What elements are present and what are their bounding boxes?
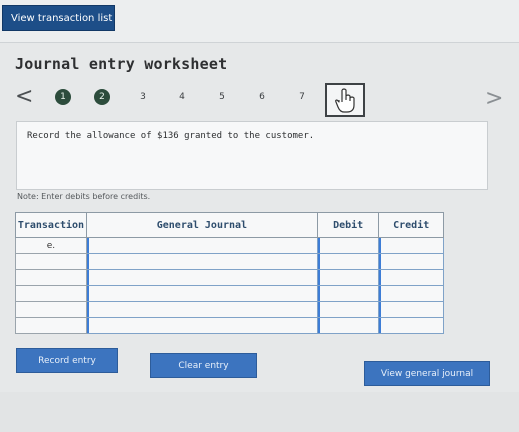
record-entry-button[interactable]: Record entry: [16, 348, 118, 373]
account-cell[interactable]: [85, 269, 318, 286]
debit-input[interactable]: [317, 302, 378, 317]
worksheet-title: Journal entry worksheet: [15, 55, 228, 73]
table-row: [15, 269, 444, 286]
table-row: [15, 301, 444, 318]
prompt-text: Record the allowance of $136 granted to …: [27, 131, 315, 141]
account-cell[interactable]: [85, 237, 318, 254]
account-cell[interactable]: [85, 301, 318, 318]
next-arrow-icon[interactable]: >: [485, 86, 503, 111]
debit-cell[interactable]: [316, 285, 380, 302]
account-cell[interactable]: [85, 317, 318, 334]
debit-input[interactable]: [317, 254, 378, 269]
previous-arrow-icon[interactable]: <: [15, 84, 33, 109]
journal-table: Transaction General Journal Debit Credit…: [15, 212, 444, 334]
credit-cell[interactable]: [378, 301, 444, 318]
transaction-cell: [15, 269, 87, 286]
debit-input[interactable]: [317, 318, 378, 333]
credit-cell[interactable]: [378, 269, 444, 286]
header-general-journal: General Journal: [85, 212, 318, 238]
view-general-journal-button[interactable]: View general journal: [364, 361, 490, 386]
credit-input[interactable]: [379, 318, 443, 333]
credit-cell[interactable]: [378, 237, 444, 254]
header-debit: Debit: [316, 212, 380, 238]
table-row: [15, 317, 444, 334]
account-cell[interactable]: [85, 285, 318, 302]
step-6[interactable]: 6: [254, 89, 270, 105]
step-4[interactable]: 4: [174, 89, 190, 105]
note-text: Note: Enter debits before credits.: [17, 192, 151, 201]
table-row: [15, 285, 444, 302]
credit-input[interactable]: [379, 254, 443, 269]
debit-cell[interactable]: [316, 301, 380, 318]
step-1[interactable]: 1: [55, 89, 71, 105]
header-transaction: Transaction: [15, 212, 87, 238]
account-input[interactable]: [86, 270, 317, 285]
account-input[interactable]: [86, 286, 317, 301]
table-row: e.: [15, 237, 444, 254]
table-row: [15, 253, 444, 270]
header-credit: Credit: [378, 212, 444, 238]
prompt-box: Record the allowance of $136 granted to …: [16, 121, 488, 190]
account-input[interactable]: [86, 318, 317, 333]
transaction-cell: [15, 301, 87, 318]
credit-cell[interactable]: [378, 317, 444, 334]
debit-input[interactable]: [317, 238, 378, 253]
view-transaction-list-button[interactable]: View transaction list: [2, 5, 115, 31]
transaction-cell: [15, 285, 87, 302]
credit-input[interactable]: [379, 302, 443, 317]
debit-input[interactable]: [317, 270, 378, 285]
credit-input[interactable]: [379, 286, 443, 301]
credit-input[interactable]: [379, 238, 443, 253]
account-input[interactable]: [86, 238, 317, 253]
debit-cell[interactable]: [316, 317, 380, 334]
transaction-cell: e.: [15, 237, 87, 254]
credit-cell[interactable]: [378, 285, 444, 302]
step-3[interactable]: 3: [135, 89, 151, 105]
step-7[interactable]: 7: [294, 89, 310, 105]
step-5[interactable]: 5: [214, 89, 230, 105]
debit-cell[interactable]: [316, 253, 380, 270]
transaction-cell: [15, 317, 87, 334]
credit-cell[interactable]: [378, 253, 444, 270]
clear-entry-button[interactable]: Clear entry: [150, 353, 257, 378]
account-cell[interactable]: [85, 253, 318, 270]
pointing-hand-icon: [335, 88, 355, 113]
debit-input[interactable]: [317, 286, 378, 301]
account-input[interactable]: [86, 254, 317, 269]
account-input[interactable]: [86, 302, 317, 317]
bottom-panel: [0, 392, 519, 432]
credit-input[interactable]: [379, 270, 443, 285]
top-bar: View transaction list: [0, 0, 519, 43]
current-step[interactable]: [325, 83, 365, 117]
debit-cell[interactable]: [316, 269, 380, 286]
transaction-cell: [15, 253, 87, 270]
step-2[interactable]: 2: [94, 89, 110, 105]
debit-cell[interactable]: [316, 237, 380, 254]
